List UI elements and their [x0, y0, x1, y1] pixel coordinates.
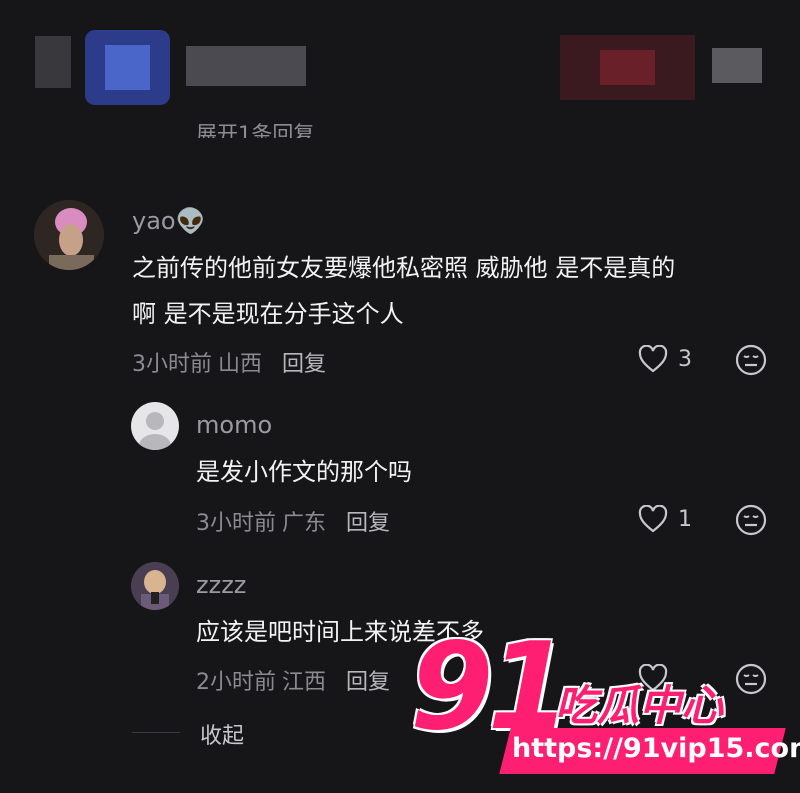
comment-time: 3小时前	[196, 511, 276, 536]
collapse-replies-link[interactable]: 收起	[200, 718, 244, 750]
avatar-photo	[131, 562, 179, 610]
emoji-react-button[interactable]	[735, 504, 767, 540]
watermark-url: https://91vip15.com	[512, 733, 800, 764]
comment-text-continued: 啊 是不是现在分手这个人	[132, 300, 404, 328]
avatar[interactable]	[131, 562, 179, 610]
reply-button[interactable]: 回复	[282, 352, 326, 377]
comment-meta: 3小时前 山西 回复	[132, 346, 346, 378]
comment-text: 之前传的他前女友要爆他私密照 威胁他 是不是真的	[132, 254, 676, 282]
default-avatar-icon	[139, 412, 171, 450]
neutral-face-icon	[735, 504, 767, 536]
expand-replies-link[interactable]: 展开1条回复	[196, 112, 314, 138]
comment-location: 江西	[282, 670, 327, 695]
comment-username[interactable]: momo	[196, 411, 272, 439]
avatar[interactable]	[131, 402, 179, 450]
comment-time: 3小时前	[132, 352, 212, 377]
comment-meta: 3小时前 广东 回复	[196, 505, 410, 537]
heart-icon	[638, 505, 668, 533]
avatar-photo	[34, 200, 104, 270]
divider	[132, 732, 180, 733]
reply-button[interactable]: 回复	[346, 670, 390, 695]
watermark-text: 吃瓜中心	[555, 681, 724, 730]
heart-icon	[638, 345, 668, 373]
emoji-react-button[interactable]	[735, 663, 767, 699]
avatar[interactable]	[34, 200, 104, 270]
like-count: 1	[678, 506, 692, 532]
comment-location: 山西	[218, 352, 263, 377]
comment-username[interactable]: zzzz	[196, 571, 246, 599]
like-button[interactable]: 1	[638, 505, 692, 533]
comment-meta: 2小时前 江西 回复	[196, 664, 410, 696]
neutral-face-icon	[735, 344, 767, 376]
like-count: 3	[678, 346, 692, 372]
comment-text: 是发小作文的那个吗	[196, 458, 412, 486]
neutral-face-icon	[735, 663, 767, 695]
like-button[interactable]: 3	[638, 345, 692, 373]
comment-location: 广东	[282, 511, 327, 536]
emoji-react-button[interactable]	[735, 344, 767, 380]
comment-username[interactable]: yao👽	[132, 207, 205, 235]
reply-button[interactable]: 回复	[346, 511, 390, 536]
comment-time: 2小时前	[196, 670, 276, 695]
